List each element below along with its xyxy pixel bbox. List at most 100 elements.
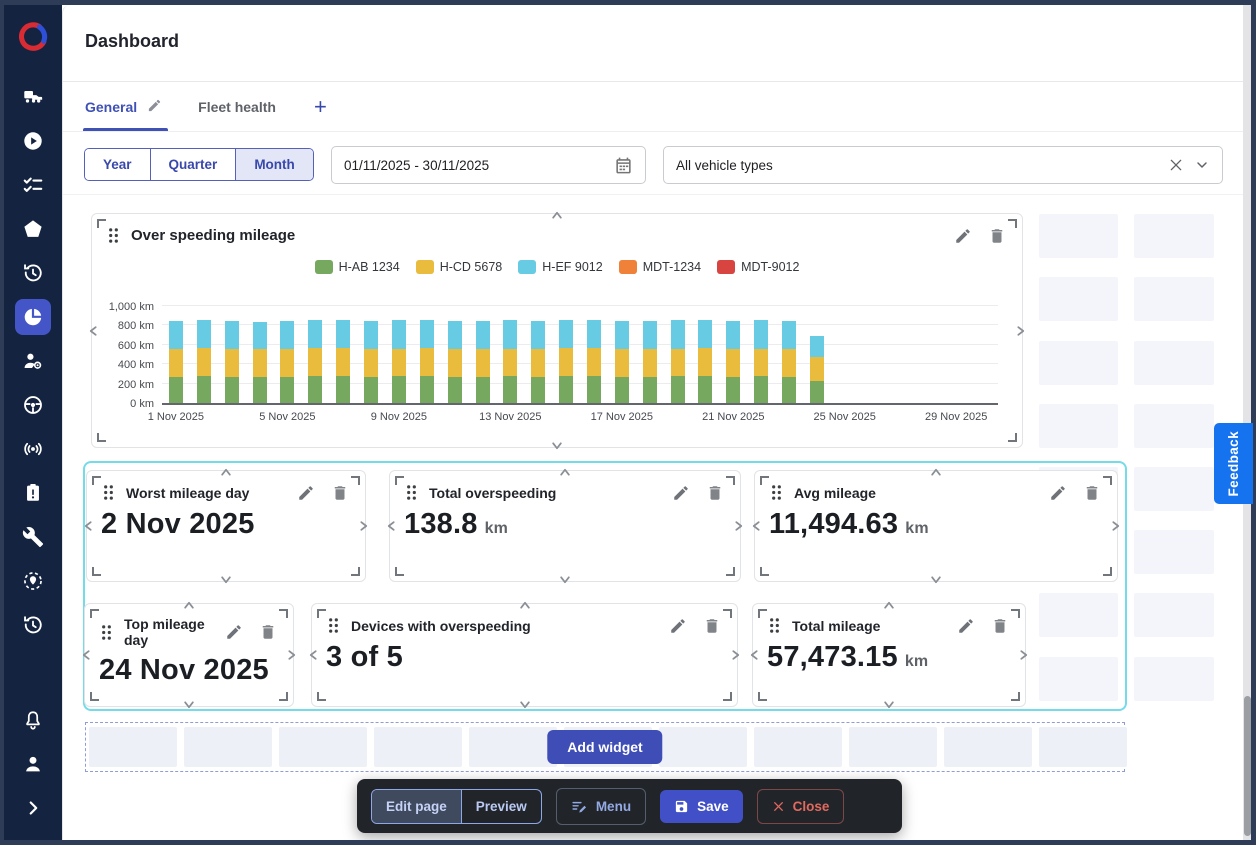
resize-b-arrow[interactable] <box>931 574 942 585</box>
resize-l-arrow[interactable] <box>81 650 92 661</box>
chart-widget-overspeeding-mileage[interactable]: Over speeding mileageH-AB 1234H-CD 5678H… <box>91 213 1023 448</box>
chart-bar[interactable] <box>448 321 462 403</box>
sidebar-item-profile[interactable] <box>15 746 51 782</box>
chart-bar[interactable] <box>587 320 601 403</box>
kpi-widget[interactable]: Avg mileage11,494.63km <box>754 470 1118 582</box>
chart-bar[interactable] <box>364 321 378 403</box>
chart-bar[interactable] <box>754 320 768 403</box>
scrollbar-thumb[interactable] <box>1244 696 1251 836</box>
chart-bar[interactable] <box>280 321 294 403</box>
resize-l-arrow[interactable] <box>751 521 762 532</box>
resize-l-arrow[interactable] <box>386 521 397 532</box>
chart-bar[interactable] <box>253 322 267 403</box>
save-button[interactable]: Save <box>660 790 743 823</box>
resize-t-arrow[interactable] <box>552 210 563 221</box>
delete-widget-icon[interactable] <box>703 617 721 635</box>
clear-icon[interactable] <box>1168 157 1184 173</box>
resize-b-arrow[interactable] <box>884 699 895 710</box>
sidebar-item-dashboard-pie[interactable] <box>15 299 51 335</box>
close-button[interactable]: Close <box>757 789 845 824</box>
chart-bar[interactable] <box>671 320 685 403</box>
chart-bar[interactable] <box>782 321 796 403</box>
edit-widget-icon[interactable] <box>669 617 687 635</box>
add-tab-button[interactable]: + <box>314 94 327 120</box>
resize-l-arrow[interactable] <box>83 521 94 532</box>
period-quarter-button[interactable]: Quarter <box>151 149 237 180</box>
chart-bar[interactable] <box>643 321 657 403</box>
delete-widget-icon[interactable] <box>991 617 1009 635</box>
sidebar-item-notifications[interactable] <box>15 702 51 738</box>
delete-widget-icon[interactable] <box>259 623 277 641</box>
preview-button[interactable]: Preview <box>462 790 541 823</box>
chart-bar[interactable] <box>336 320 350 403</box>
chart-bar[interactable] <box>169 321 183 403</box>
delete-widget-icon[interactable] <box>1083 484 1101 502</box>
chart-bar[interactable] <box>476 321 490 403</box>
app-logo[interactable] <box>13 17 53 57</box>
chart-bar[interactable] <box>615 321 629 403</box>
edit-widget-icon[interactable] <box>672 484 690 502</box>
resize-r-arrow[interactable] <box>730 650 741 661</box>
resize-r-arrow[interactable] <box>1018 650 1029 661</box>
sidebar-item-vehicles[interactable] <box>15 79 51 115</box>
menu-button[interactable]: Menu <box>556 788 646 825</box>
resize-r-arrow[interactable] <box>1110 521 1121 532</box>
resize-t-arrow[interactable] <box>560 467 571 478</box>
drag-handle-icon[interactable] <box>106 226 121 245</box>
sidebar-item-geofence[interactable] <box>15 563 51 599</box>
resize-t-arrow[interactable] <box>884 600 895 611</box>
chart-bar[interactable] <box>392 320 406 403</box>
chart-bar[interactable] <box>531 321 545 403</box>
drag-handle-icon[interactable] <box>101 483 116 502</box>
tab-fleet-health[interactable]: Fleet health <box>198 82 276 131</box>
sidebar-item-playback[interactable] <box>15 123 51 159</box>
resize-l-arrow[interactable] <box>308 650 319 661</box>
edit-widget-icon[interactable] <box>954 227 972 245</box>
resize-b-arrow[interactable] <box>519 699 530 710</box>
resize-t-arrow[interactable] <box>221 467 232 478</box>
kpi-widget[interactable]: Total overspeeding138.8km <box>389 470 741 582</box>
resize-r-arrow[interactable] <box>286 650 297 661</box>
calendar-icon[interactable] <box>614 156 633 175</box>
chart-bar[interactable] <box>698 320 712 403</box>
drag-handle-icon[interactable] <box>767 616 782 635</box>
sidebar-item-steering-wheel[interactable] <box>15 387 51 423</box>
feedback-tab[interactable]: Feedback <box>1214 423 1253 504</box>
drag-handle-icon[interactable] <box>326 616 341 635</box>
chevron-down-icon[interactable] <box>1194 157 1210 173</box>
sidebar-item-device-alert[interactable] <box>15 475 51 511</box>
chart-bar[interactable] <box>197 320 211 403</box>
resize-t-arrow[interactable] <box>931 467 942 478</box>
edit-widget-icon[interactable] <box>297 484 315 502</box>
edit-widget-icon[interactable] <box>957 617 975 635</box>
drag-handle-icon[interactable] <box>99 623 114 642</box>
sidebar-item-history[interactable] <box>15 255 51 291</box>
resize-l-arrow[interactable] <box>749 650 760 661</box>
period-month-button[interactable]: Month <box>236 149 312 180</box>
drag-handle-icon[interactable] <box>404 483 419 502</box>
vehicle-type-select[interactable]: All vehicle types <box>663 146 1223 184</box>
kpi-widget[interactable]: Devices with overspeeding3 of 5 <box>311 603 738 707</box>
delete-widget-icon[interactable] <box>706 484 724 502</box>
resize-b-arrow[interactable] <box>221 574 232 585</box>
resize-b-arrow[interactable] <box>560 574 571 585</box>
delete-widget-icon[interactable] <box>988 227 1006 245</box>
resize-r-arrow[interactable] <box>358 521 369 532</box>
drag-handle-icon[interactable] <box>769 483 784 502</box>
edit-page-button[interactable]: Edit page <box>372 790 462 823</box>
resize-r-arrow[interactable] <box>1015 325 1026 336</box>
edit-widget-icon[interactable] <box>225 623 243 641</box>
sidebar-item-driver[interactable] <box>15 343 51 379</box>
kpi-widget[interactable]: Top mileage day24 Nov 2025 <box>84 603 294 707</box>
resize-b-arrow[interactable] <box>184 699 195 710</box>
chart-bar[interactable] <box>503 320 517 403</box>
resize-t-arrow[interactable] <box>184 600 195 611</box>
resize-t-arrow[interactable] <box>519 600 530 611</box>
sidebar-item-zone[interactable] <box>15 211 51 247</box>
edit-widget-icon[interactable] <box>1049 484 1067 502</box>
edit-tab-icon[interactable] <box>147 98 162 116</box>
tab-general[interactable]: General <box>85 82 162 131</box>
chart-bar[interactable] <box>726 321 740 403</box>
sidebar-item-tasks[interactable] <box>15 167 51 203</box>
period-year-button[interactable]: Year <box>85 149 151 180</box>
